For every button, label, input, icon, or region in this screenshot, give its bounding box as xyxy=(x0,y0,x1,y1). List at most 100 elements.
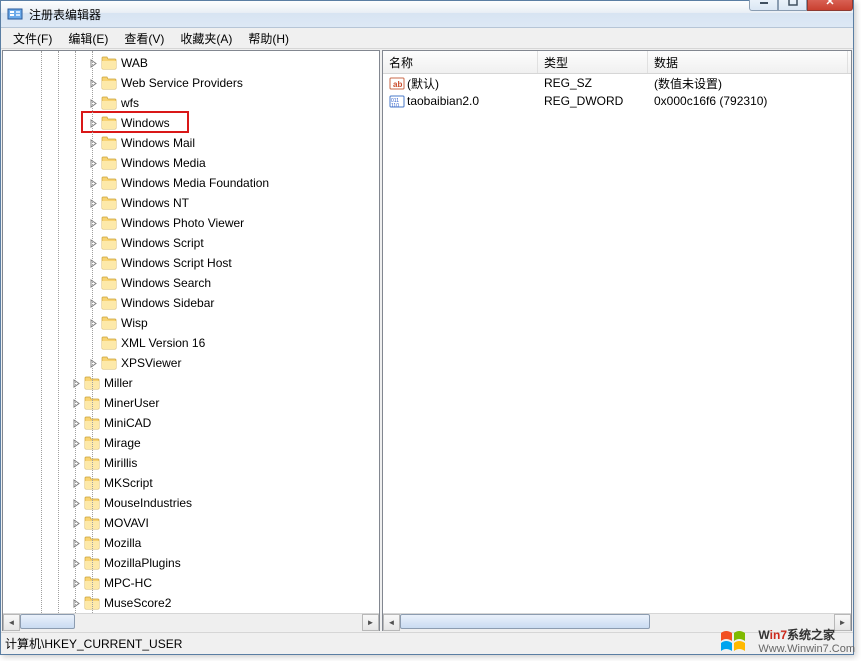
list-row[interactable]: 011110taobaibian2.0REG_DWORD0x000c16f6 (… xyxy=(383,92,851,110)
expander-icon[interactable] xyxy=(88,358,99,369)
tree-item[interactable]: Mozilla xyxy=(3,533,379,553)
tree-item[interactable]: XML Version 16 xyxy=(3,333,379,353)
expander-icon[interactable] xyxy=(71,558,82,569)
tree-item[interactable]: MouseIndustries xyxy=(3,493,379,513)
expander-icon[interactable] xyxy=(88,138,99,149)
folder-icon xyxy=(101,256,117,270)
expander-icon[interactable] xyxy=(88,98,99,109)
expander-icon[interactable] xyxy=(71,438,82,449)
menu-file[interactable]: 文件(F) xyxy=(5,28,60,49)
folder-icon xyxy=(84,496,100,510)
expander-icon[interactable] xyxy=(88,238,99,249)
tree-item-label: MouseIndustries xyxy=(104,496,192,510)
expander-icon[interactable] xyxy=(88,198,99,209)
scroll-track[interactable] xyxy=(20,614,362,631)
tree-scroll[interactable]: WABWeb Service ProviderswfsWindowsWindow… xyxy=(3,51,379,613)
folder-icon xyxy=(101,176,117,190)
column-header-data[interactable]: 数据 xyxy=(648,51,848,73)
folder-icon xyxy=(101,336,117,350)
expander-icon[interactable] xyxy=(88,318,99,329)
tree-item[interactable]: XPSViewer xyxy=(3,353,379,373)
tree-item[interactable]: Windows NT xyxy=(3,193,379,213)
tree-item[interactable]: Windows Media xyxy=(3,153,379,173)
tree-item[interactable]: Windows Script xyxy=(3,233,379,253)
tree-item-label: Windows Media Foundation xyxy=(121,176,269,190)
tree-item[interactable]: MOVAVI xyxy=(3,513,379,533)
expander-icon[interactable] xyxy=(88,278,99,289)
expander-icon[interactable] xyxy=(71,518,82,529)
tree-item[interactable]: Web Service Providers xyxy=(3,73,379,93)
expander-icon[interactable] xyxy=(88,78,99,89)
menu-help[interactable]: 帮助(H) xyxy=(240,28,297,49)
expander-icon[interactable] xyxy=(71,458,82,469)
tree-item[interactable]: MuseScore2 xyxy=(3,593,379,613)
scroll-right-button[interactable]: ► xyxy=(362,614,379,631)
expander-icon[interactable] xyxy=(88,58,99,69)
tree-item[interactable]: wfs xyxy=(3,93,379,113)
expander-icon[interactable] xyxy=(71,578,82,589)
expander-icon[interactable] xyxy=(71,378,82,389)
folder-icon xyxy=(84,376,100,390)
tree-item[interactable]: MKScript xyxy=(3,473,379,493)
tree-item[interactable]: Windows Sidebar xyxy=(3,293,379,313)
menu-favorites[interactable]: 收藏夹(A) xyxy=(172,28,240,49)
tree-item[interactable]: Windows Media Foundation xyxy=(3,173,379,193)
tree-item[interactable]: MiniCAD xyxy=(3,413,379,433)
scroll-left-button[interactable]: ◄ xyxy=(3,614,20,631)
scroll-track[interactable] xyxy=(400,614,834,631)
expander-icon[interactable] xyxy=(71,398,82,409)
minimize-button[interactable] xyxy=(749,0,778,11)
folder-icon xyxy=(101,196,117,210)
scroll-left-button[interactable]: ◄ xyxy=(383,614,400,631)
tree-item[interactable]: Windows Photo Viewer xyxy=(3,213,379,233)
tree-item[interactable]: MinerUser xyxy=(3,393,379,413)
tree-item[interactable]: Mirage xyxy=(3,433,379,453)
tree-item-label: MozillaPlugins xyxy=(104,556,181,570)
expander-icon[interactable] xyxy=(71,538,82,549)
tree-item-label: MOVAVI xyxy=(104,516,149,530)
expander-icon[interactable] xyxy=(88,178,99,189)
column-header-type[interactable]: 类型 xyxy=(538,51,648,73)
folder-icon xyxy=(101,356,117,370)
expander-icon[interactable] xyxy=(71,418,82,429)
expander-icon[interactable] xyxy=(88,298,99,309)
tree-item[interactable]: Mirillis xyxy=(3,453,379,473)
tree-item[interactable]: Windows Script Host xyxy=(3,253,379,273)
expander-icon[interactable] xyxy=(71,478,82,489)
scroll-thumb[interactable] xyxy=(20,614,75,629)
tree-item[interactable]: Windows Search xyxy=(3,273,379,293)
menu-edit[interactable]: 编辑(E) xyxy=(60,28,116,49)
column-header-name[interactable]: 名称 xyxy=(383,51,538,73)
list-hscrollbar[interactable]: ◄ ► xyxy=(383,613,851,630)
app-icon xyxy=(7,6,23,22)
reg-string-icon: ab xyxy=(389,75,405,91)
close-button[interactable] xyxy=(807,0,853,11)
tree-item[interactable]: MozillaPlugins xyxy=(3,553,379,573)
tree-item-label: Windows Script Host xyxy=(121,256,232,270)
tree-item[interactable]: MPC-HC xyxy=(3,573,379,593)
expander-icon[interactable] xyxy=(88,218,99,229)
expander-icon[interactable] xyxy=(88,258,99,269)
expander-icon[interactable] xyxy=(88,158,99,169)
scroll-thumb[interactable] xyxy=(400,614,650,629)
folder-icon xyxy=(84,456,100,470)
scroll-right-button[interactable]: ► xyxy=(834,614,851,631)
tree-item[interactable]: Windows xyxy=(3,113,379,133)
folder-icon xyxy=(84,476,100,490)
expander-icon[interactable] xyxy=(71,498,82,509)
tree-item[interactable]: Wisp xyxy=(3,313,379,333)
menu-view[interactable]: 查看(V) xyxy=(116,28,172,49)
expander-icon[interactable] xyxy=(71,598,82,609)
registry-tree: WABWeb Service ProviderswfsWindowsWindow… xyxy=(3,51,379,613)
tree-item[interactable]: WAB xyxy=(3,53,379,73)
expander-icon[interactable] xyxy=(88,118,99,129)
tree-item[interactable]: Miller xyxy=(3,373,379,393)
list-row[interactable]: ab(默认)REG_SZ(数值未设置) xyxy=(383,74,851,92)
maximize-button[interactable] xyxy=(778,0,807,11)
svg-text:ab: ab xyxy=(393,80,402,89)
window-buttons xyxy=(749,0,853,11)
titlebar[interactable]: 注册表编辑器 xyxy=(1,1,853,28)
tree-item[interactable]: Windows Mail xyxy=(3,133,379,153)
list-body[interactable]: ab(默认)REG_SZ(数值未设置)011110taobaibian2.0RE… xyxy=(383,74,851,613)
tree-hscrollbar[interactable]: ◄ ► xyxy=(3,613,379,630)
